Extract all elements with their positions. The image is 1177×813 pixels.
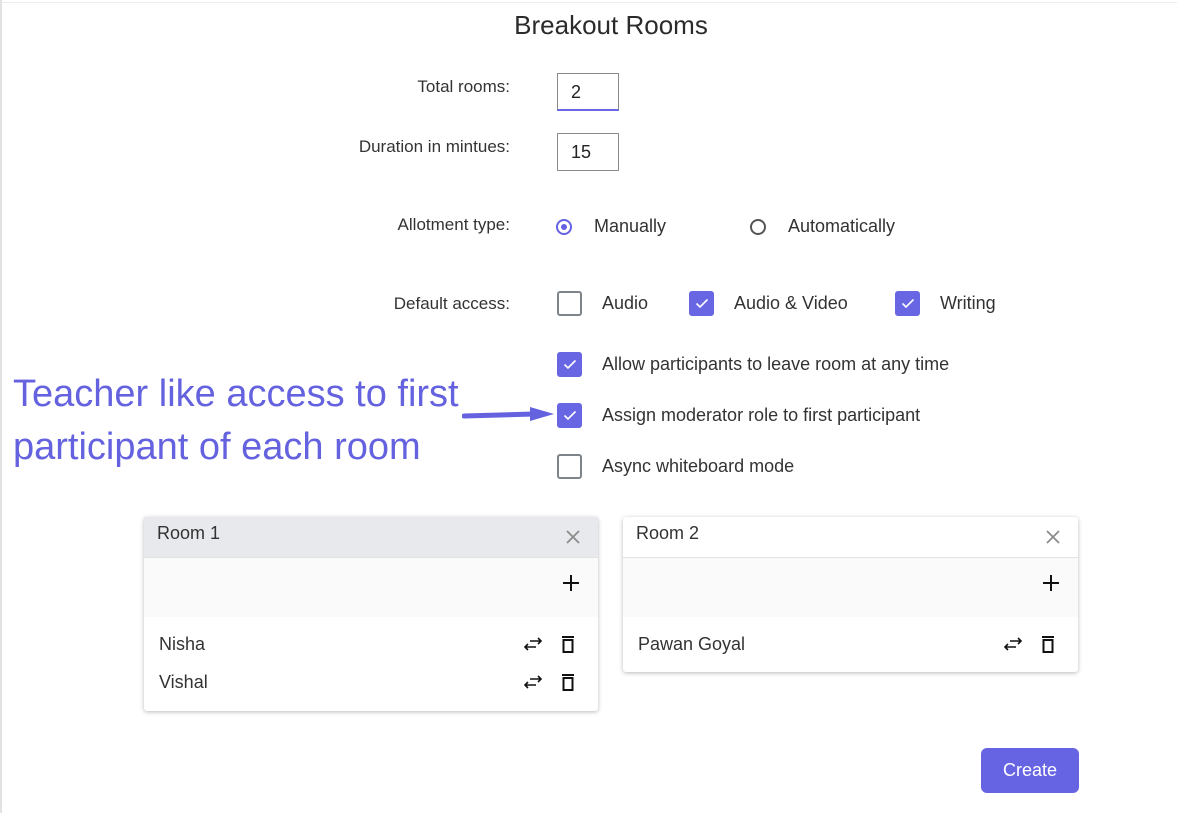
check-icon — [901, 298, 914, 309]
radio-manually-label: Manually — [594, 216, 667, 236]
delete-icon[interactable] — [560, 672, 576, 692]
radio-automatically-label: Automatically — [788, 216, 896, 236]
move-participant-icon[interactable] — [524, 675, 542, 689]
checkbox-box[interactable] — [557, 291, 582, 316]
checkbox-writing-label: Writing — [940, 293, 996, 313]
checkbox-box[interactable] — [895, 291, 920, 316]
move-participant-icon[interactable] — [524, 637, 542, 651]
checkbox-allow-leave[interactable]: Allow participants to leave room at any … — [557, 352, 949, 377]
checkbox-assign-moderator[interactable]: Assign moderator role to first participa… — [557, 403, 920, 428]
radio-manually[interactable]: Manually — [556, 216, 666, 237]
checkbox-audio-video-label: Audio & Video — [734, 293, 848, 313]
duration-label: Duration in mintues: — [358, 137, 510, 156]
window-left-border — [0, 0, 2, 813]
checkbox-audio-label: Audio — [602, 293, 649, 313]
checkbox-audio[interactable]: Audio — [557, 291, 648, 316]
radio-indicator[interactable] — [750, 218, 766, 235]
room-add-row — [623, 558, 1078, 617]
checkbox-async-whiteboard[interactable]: Async whiteboard mode — [557, 454, 794, 479]
duration-input[interactable]: 15 — [557, 133, 619, 171]
create-button[interactable]: Create — [981, 748, 1079, 793]
checkbox-allow-leave-label: Allow participants to leave room at any … — [602, 354, 950, 374]
room-header[interactable]: Room 2 — [623, 517, 1078, 558]
participant-name: Vishal — [159, 672, 208, 692]
annotation-line-2: participant of each room — [13, 426, 421, 468]
checkbox-box[interactable] — [557, 454, 582, 479]
room-add-row — [144, 558, 598, 617]
participant-name: Pawan Goyal — [638, 634, 746, 654]
move-participant-icon[interactable] — [1004, 637, 1022, 651]
checkbox-writing[interactable]: Writing — [895, 291, 996, 316]
default-access-label: Default access: — [393, 294, 510, 313]
add-participant-icon[interactable] — [561, 573, 581, 593]
check-icon — [695, 298, 708, 309]
radio-indicator[interactable] — [556, 218, 572, 235]
checkbox-box[interactable] — [689, 291, 714, 316]
participant-row: Nisha — [144, 625, 598, 663]
checkbox-box[interactable] — [557, 352, 582, 377]
participant-row: Vishal — [144, 663, 598, 701]
checkbox-audio-video[interactable]: Audio & Video — [689, 291, 848, 316]
window-top-border — [2, 2, 1177, 3]
check-icon — [563, 359, 576, 370]
close-icon[interactable] — [563, 527, 583, 547]
checkbox-box[interactable] — [557, 403, 582, 428]
room-name: Room 2 — [636, 523, 700, 543]
total-rooms-label: Total rooms: — [417, 77, 510, 96]
annotation-text: Teacher like access to first participant… — [13, 368, 459, 474]
room-header[interactable]: Room 1 — [144, 517, 598, 558]
add-participant-icon[interactable] — [1041, 573, 1061, 593]
allotment-type-label: Allotment type: — [397, 215, 510, 234]
total-rooms-input[interactable]: 2 — [557, 73, 619, 111]
delete-icon[interactable] — [560, 634, 576, 654]
delete-icon[interactable] — [1040, 634, 1056, 654]
radio-automatically[interactable]: Automatically — [750, 216, 895, 237]
participant-row: Pawan Goyal — [623, 625, 1078, 663]
participant-name: Nisha — [159, 634, 206, 654]
annotation-line-1: Teacher like access to first — [13, 373, 459, 415]
annotation-arrow-icon — [462, 407, 554, 421]
check-icon — [563, 410, 576, 421]
room-card-1: Room 1 Nisha Vishal — [144, 517, 598, 711]
room-name: Room 1 — [157, 523, 221, 543]
checkbox-async-whiteboard-label: Async whiteboard mode — [602, 456, 795, 476]
dialog-title: Breakout Rooms — [514, 10, 708, 40]
checkbox-assign-moderator-label: Assign moderator role to first participa… — [602, 405, 921, 425]
close-icon[interactable] — [1043, 527, 1063, 547]
room-card-2: Room 2 Pawan Goyal — [623, 517, 1078, 672]
